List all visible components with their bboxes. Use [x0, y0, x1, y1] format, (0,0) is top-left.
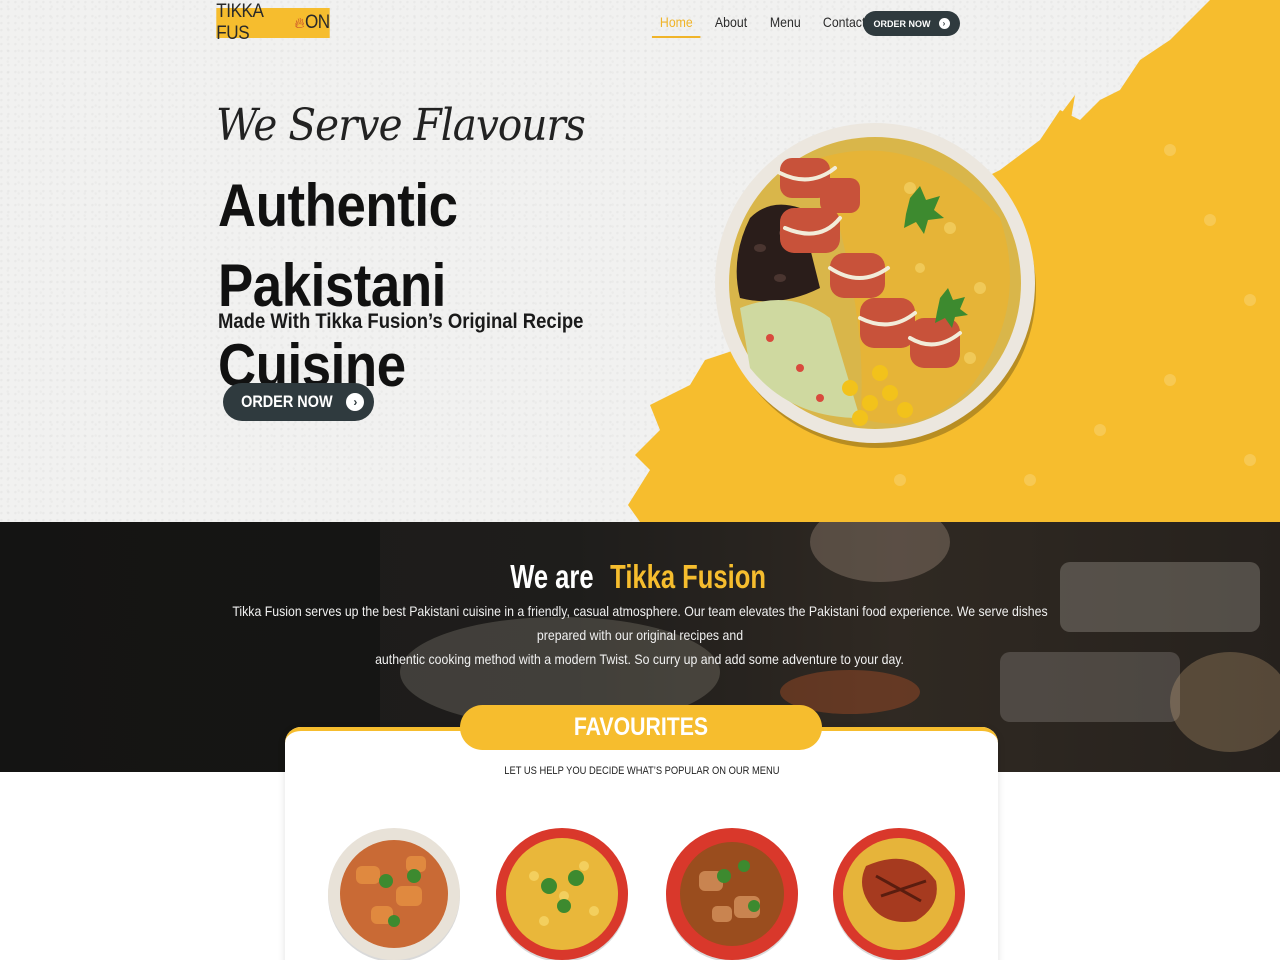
- favourites-title: FAVOURITES: [573, 713, 709, 741]
- favourites-title-pill: FAVOURITES: [460, 705, 822, 750]
- chevron-circle-right-icon: ›: [346, 393, 365, 411]
- hero-headline: Authentic Pakistani Cuisine: [218, 166, 623, 406]
- about-description-line2: authentic cooking method with a modern T…: [375, 651, 905, 667]
- about-description: Tikka Fusion serves up the best Pakistan…: [160, 599, 1120, 671]
- favourite-dish-4-image[interactable]: [831, 826, 967, 960]
- about-title-accent: Tikka Fusion: [609, 558, 766, 595]
- hero-order-now-label: ORDER NOW: [240, 392, 333, 411]
- favourite-dish-2-image[interactable]: [494, 826, 630, 960]
- hero-section: TIKKA FUS 🔥︎ ON Home About Menu Contact OR…: [0, 0, 1280, 522]
- about-title-prefix: We are: [509, 558, 594, 595]
- favourites-subtitle: LET US HELP YOU DECIDE WHAT’S POPULAR ON…: [285, 765, 998, 777]
- about-description-line1: Tikka Fusion serves up the best Pakistan…: [232, 603, 1048, 643]
- yellow-paint-splash: [628, 0, 1280, 522]
- favourite-dish-3-image[interactable]: [664, 826, 800, 960]
- nav-links: Home About Menu Contact: [652, 14, 881, 38]
- chevron-circle-right-icon: ›: [938, 18, 950, 29]
- nav-link-menu[interactable]: Menu: [762, 14, 809, 38]
- logo-text-start: TIKKA FUS: [216, 1, 263, 44]
- rice-bowl-image: [715, 123, 1036, 448]
- flame-icon: 🔥︎: [294, 14, 305, 32]
- nav-link-home[interactable]: Home: [652, 14, 701, 38]
- nav-order-now-button[interactable]: ORDER NOW ›: [863, 11, 960, 36]
- hero-headline-line1: Authentic: [218, 172, 458, 239]
- logo-text-end: ON: [304, 12, 330, 33]
- about-title: We are Tikka Fusion: [0, 558, 1280, 596]
- top-navbar: TIKKA FUS 🔥︎ ON Home About Menu Contact OR…: [0, 0, 1280, 48]
- favourites-subtitle-text: LET US HELP YOU DECIDE WHAT’S POPULAR ON…: [503, 765, 780, 777]
- hero-tagline: We Serve Flavours: [216, 100, 586, 151]
- hero-order-now-button[interactable]: ORDER NOW ›: [223, 383, 374, 421]
- nav-order-now-label: ORDER NOW: [873, 18, 931, 29]
- nav-link-about[interactable]: About: [707, 14, 755, 38]
- logo[interactable]: TIKKA FUS 🔥︎ ON: [216, 1, 330, 44]
- hero-subheading: Made With Tikka Fusion’s Original Recipe: [218, 310, 584, 333]
- favourite-dish-1-image[interactable]: [326, 826, 462, 960]
